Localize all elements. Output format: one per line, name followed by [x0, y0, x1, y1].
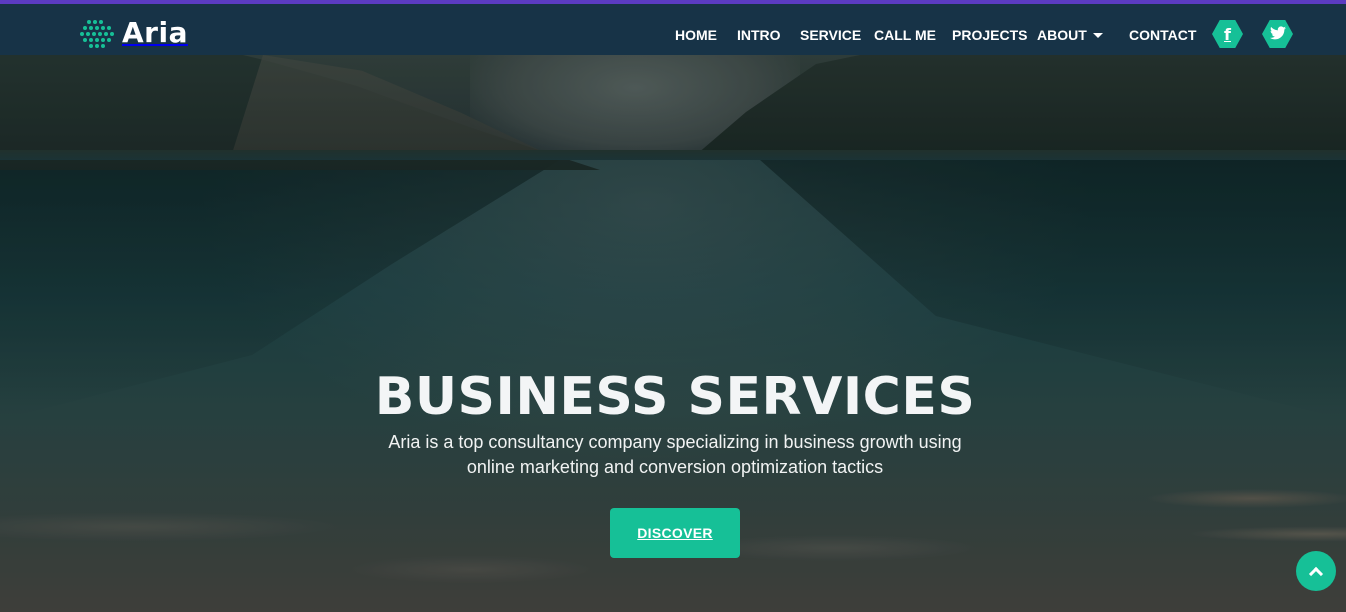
- chevron-up-icon: [1308, 566, 1324, 581]
- nav-projects[interactable]: PROJECTS: [952, 4, 1027, 55]
- hero-title: BUSINESS SERVICES: [374, 367, 976, 427]
- hero-subtitle: Aria is a top consultancy company specia…: [388, 432, 962, 477]
- twitter-icon: [1269, 25, 1286, 44]
- back-to-top-button[interactable]: [1296, 551, 1336, 591]
- caret-down-icon: [1092, 33, 1103, 38]
- nav-intro[interactable]: INTRO: [737, 4, 781, 55]
- nav-service[interactable]: SERVICE: [800, 4, 861, 55]
- nav-home[interactable]: HOME: [675, 4, 717, 55]
- nav-call-me[interactable]: CALL ME: [874, 4, 936, 55]
- nav-contact[interactable]: CONTACT: [1129, 4, 1196, 55]
- discover-button[interactable]: DISCOVER: [610, 508, 740, 558]
- main-nav: HOME INTRO SERVICE CALL ME PROJECTS ABOU…: [0, 4, 1346, 55]
- nav-about-label: ABOUT: [1037, 27, 1087, 43]
- nav-about-dropdown[interactable]: ABOUT: [1037, 4, 1103, 55]
- facebook-icon: f: [1224, 24, 1231, 44]
- navbar: Aria HOME INTRO SERVICE CALL ME PROJECTS…: [0, 4, 1346, 55]
